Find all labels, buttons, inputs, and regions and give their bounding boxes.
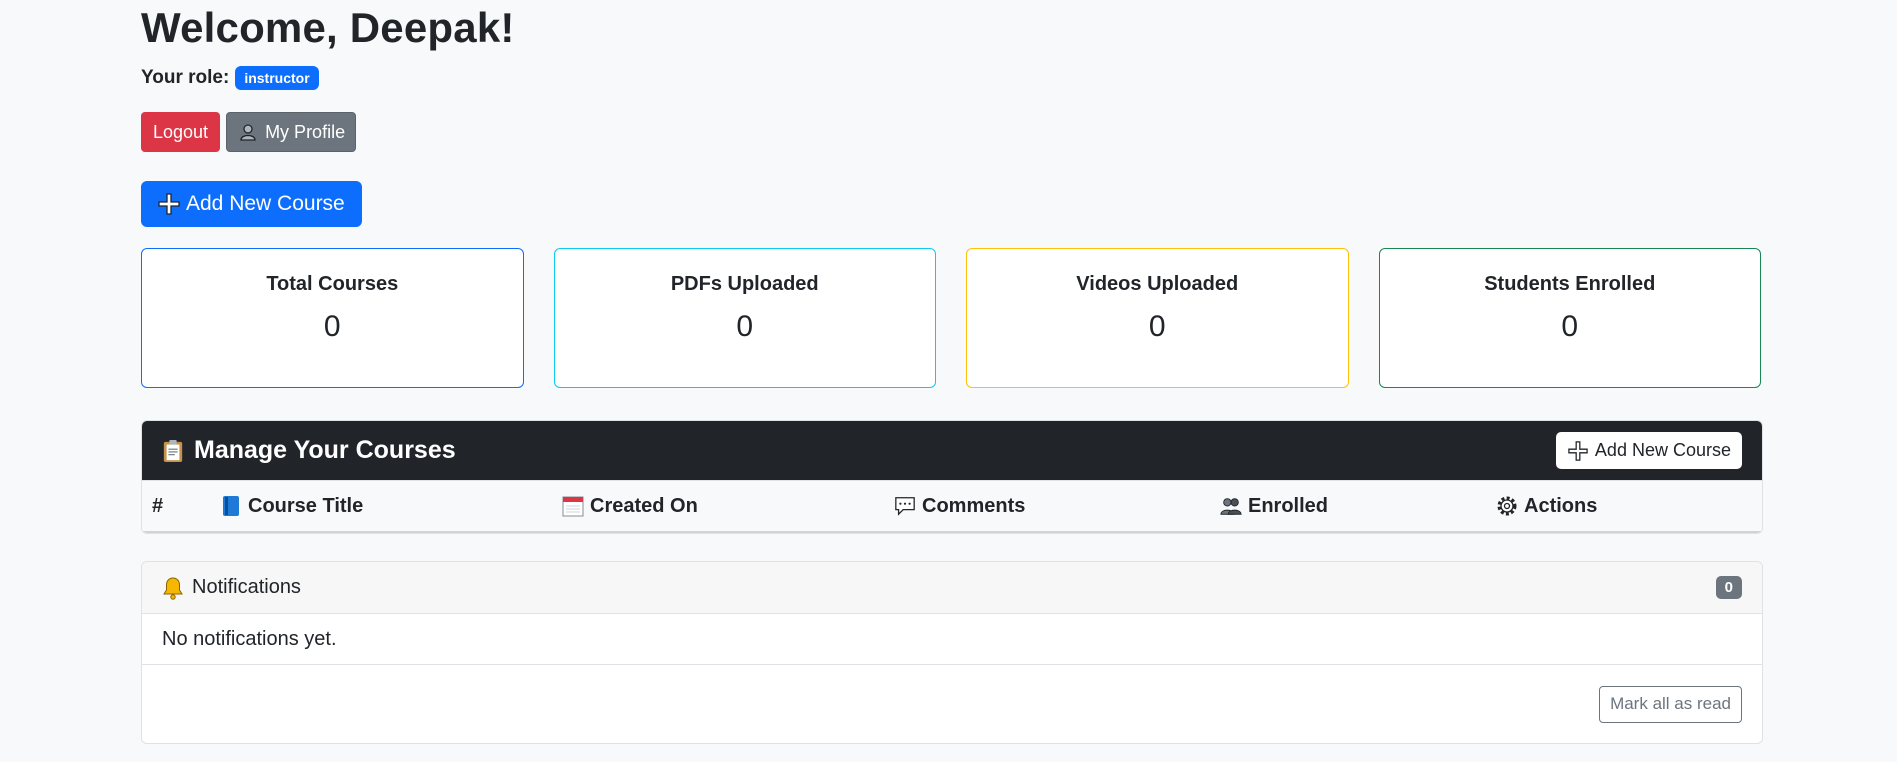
user-icon [237, 121, 259, 143]
stat-value: 0 [736, 310, 754, 343]
stat-card-pdfs: PDFs Uploaded 0 [553, 248, 936, 388]
stat-label: Total Courses [266, 273, 399, 295]
table-add-course-label: Add New Course [1594, 440, 1731, 460]
logout-button[interactable]: Logout [141, 112, 221, 152]
notifications-title-group: Notifications [162, 576, 301, 600]
table-column-headers: # Course Title Created On Comments Enrol… [142, 480, 1762, 533]
notifications-footer: Mark all as read [142, 665, 1762, 743]
stat-card-students: Students Enrolled 0 [1378, 248, 1761, 388]
stat-value: 0 [1561, 310, 1579, 343]
stat-card-total-courses: Total Courses 0 [141, 248, 524, 388]
col-label: Enrolled [1248, 494, 1329, 517]
notifications-card: Notifications 0 No notifications yet. Ma… [141, 561, 1763, 744]
courses-table-title-text: Manage Your Courses [194, 436, 456, 464]
col-label: # [152, 494, 164, 517]
role-label: Your role: [141, 67, 230, 88]
notifications-header: Notifications 0 [142, 562, 1762, 614]
stat-card-videos: Videos Uploaded 0 [966, 248, 1349, 388]
mark-all-read-button[interactable]: Mark all as read [1599, 685, 1742, 723]
add-course-label: Add New Course [186, 192, 345, 215]
courses-table-title: Manage Your Courses [162, 436, 456, 465]
courses-table-header: Manage Your Courses Add New Course [142, 421, 1762, 480]
account-actions: Logout My Profile [141, 112, 357, 152]
courses-table-card: Manage Your Courses Add New Course # Cou… [141, 420, 1763, 534]
col-label: Actions [1524, 494, 1598, 517]
stat-label: Videos Uploaded [1076, 273, 1239, 295]
gear-icon [1496, 495, 1518, 517]
col-header-actions[interactable]: Actions [1496, 481, 1597, 531]
col-header-course-title[interactable]: Course Title [220, 481, 363, 531]
speech-bubble-icon [894, 495, 916, 517]
stat-value: 0 [1148, 310, 1166, 343]
col-header-number: # [152, 481, 163, 531]
notification-count-badge: 0 [1715, 576, 1742, 599]
blue-book-icon [220, 495, 242, 517]
col-header-created-on[interactable]: Created On [562, 481, 698, 531]
role-badge: instructor [235, 66, 319, 90]
profile-label: My Profile [265, 121, 346, 142]
table-add-course-button[interactable]: Add New Course [1555, 432, 1742, 469]
col-label: Comments [922, 494, 1026, 517]
my-profile-button[interactable]: My Profile [226, 112, 357, 152]
add-new-course-button[interactable]: Add New Course [141, 181, 362, 227]
bell-icon [162, 576, 184, 600]
notifications-title: Notifications [192, 576, 301, 598]
notifications-empty-message: No notifications yet. [142, 614, 1762, 665]
calendar-icon [562, 495, 584, 517]
logout-label: Logout [153, 121, 209, 142]
plus-icon [158, 193, 180, 215]
stat-label: Students Enrolled [1484, 273, 1656, 295]
users-icon [1220, 495, 1242, 517]
stat-label: PDFs Uploaded [670, 273, 819, 295]
col-header-comments[interactable]: Comments [894, 481, 1025, 531]
role-row: Your role: instructor [141, 66, 319, 90]
clipboard-icon [162, 439, 184, 462]
welcome-heading: Welcome, Deepak! [141, 4, 515, 51]
col-label: Course Title [248, 494, 364, 517]
stats-row: Total Courses 0 PDFs Uploaded 0 Videos U… [141, 248, 1761, 388]
col-label: Created On [590, 494, 698, 517]
col-header-enrolled[interactable]: Enrolled [1220, 481, 1328, 531]
stat-value: 0 [323, 310, 341, 343]
plus-icon [1567, 440, 1589, 462]
